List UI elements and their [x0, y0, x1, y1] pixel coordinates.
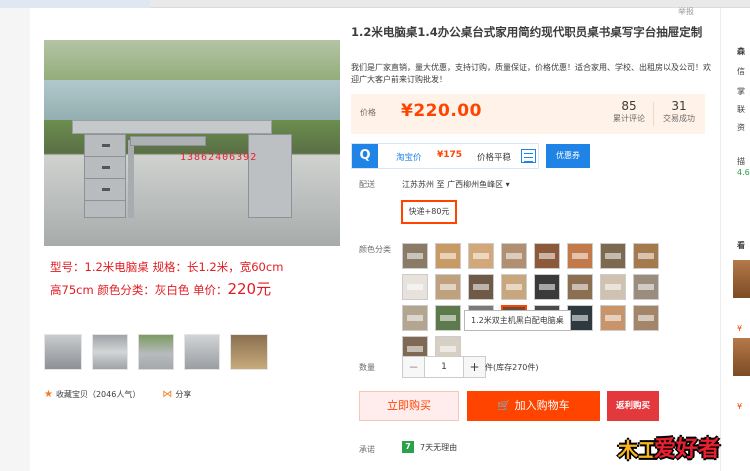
- promise-label: 承诺: [359, 445, 375, 454]
- add-to-cart-button[interactable]: 🛒 加入购物车: [467, 391, 600, 421]
- promise-item: 7 7天无理由: [402, 441, 457, 453]
- stock-text: 件(库存270件): [485, 363, 539, 372]
- price-trend-label: 价格平稳: [477, 153, 512, 163]
- color-swatch[interactable]: [534, 274, 560, 300]
- color-swatch[interactable]: [402, 274, 428, 300]
- top-strip: [0, 0, 750, 8]
- image-phone-text: 13862406392: [180, 152, 258, 163]
- product-subtitle: 我们是厂家直销，量大优惠，支持订购，质量保证，价格优惠！适合家用、学校、出租房以…: [351, 63, 711, 84]
- color-swatch[interactable]: [600, 243, 626, 269]
- coupon-button[interactable]: 优惠券: [546, 144, 590, 168]
- taobao-price-value: ¥175: [437, 150, 463, 160]
- color-swatch[interactable]: [600, 274, 626, 300]
- color-swatch[interactable]: [468, 243, 494, 269]
- thumbnail[interactable]: [184, 334, 220, 370]
- color-swatch[interactable]: [435, 305, 461, 331]
- color-swatch[interactable]: [567, 305, 593, 331]
- color-swatch[interactable]: [468, 274, 494, 300]
- color-tooltip: 1.2米双主机黑白配电脑桌: [464, 310, 571, 331]
- right-sidebar: 森 信 掌 联 资 描 4.6 看 ¥ ¥: [720, 8, 750, 471]
- color-swatch[interactable]: [501, 274, 527, 300]
- thumbnail-strip: [44, 334, 268, 370]
- increment-button[interactable]: +: [463, 357, 485, 377]
- color-swatches: [402, 243, 678, 362]
- color-swatch[interactable]: [567, 274, 593, 300]
- product-title: 1.2米电脑桌1.4办公桌台式家用简约现代职员桌书桌写字台抽屉定制: [351, 25, 703, 39]
- q-icon: Q: [352, 144, 378, 168]
- recommended-thumb[interactable]: [733, 260, 750, 298]
- report-link[interactable]: 举报: [678, 6, 694, 17]
- main-product-image[interactable]: 13862406392: [44, 40, 340, 246]
- thumbnail[interactable]: [138, 334, 174, 370]
- color-swatch[interactable]: [435, 243, 461, 269]
- watermark-logo: 木工 爱好者: [618, 437, 721, 462]
- favorite-button[interactable]: ★ 收藏宝贝（2046人气）: [44, 389, 140, 400]
- quantity-input[interactable]: [425, 357, 463, 377]
- share-icon: ⋈: [162, 389, 173, 400]
- star-icon: ★: [44, 389, 53, 400]
- buy-now-button[interactable]: 立即购买: [359, 391, 459, 421]
- price-label: 价格: [360, 108, 376, 117]
- color-swatch[interactable]: [567, 243, 593, 269]
- taobao-price-label: 淘宝价: [396, 153, 422, 163]
- cashback-button[interactable]: 返利购买: [607, 391, 659, 421]
- color-swatch[interactable]: [633, 243, 659, 269]
- color-swatch[interactable]: [633, 274, 659, 300]
- taobao-price-widget[interactable]: Q 淘宝价 ¥175 价格平稳: [351, 143, 539, 169]
- cart-icon: 🛒: [497, 399, 515, 412]
- shipping-label: 配送: [359, 180, 375, 189]
- price-value: ¥220.00: [401, 101, 482, 121]
- menu-icon[interactable]: [521, 149, 536, 163]
- decrement-button[interactable]: −: [403, 357, 425, 377]
- color-swatch[interactable]: [600, 305, 626, 331]
- share-button[interactable]: ⋈ 分享: [162, 389, 191, 400]
- thumbnail[interactable]: [44, 334, 82, 370]
- seven-day-icon: 7: [402, 441, 414, 453]
- gallery-actions: ★ 收藏宝贝（2046人气） ⋈ 分享: [44, 389, 191, 400]
- recommended-thumb[interactable]: [733, 338, 750, 376]
- thumbnail[interactable]: [230, 334, 268, 370]
- price-box: 价格 ¥220.00 85 累计评论 31 交易成功: [351, 94, 705, 134]
- quantity-stepper: − +: [402, 356, 486, 378]
- spec-overlay: 型号：1.2米电脑桌 规格：长1.2米，宽60cm 高75cm 颜色分类：灰白色…: [50, 256, 350, 301]
- color-swatch[interactable]: [633, 305, 659, 331]
- spec-line-2: 高75cm 颜色分类：灰白色 单价：220元: [50, 280, 272, 298]
- color-swatch[interactable]: [402, 243, 428, 269]
- shipping-destination-select[interactable]: 江苏苏州 至 广西柳州鱼峰区 ▾: [402, 179, 510, 190]
- reviews-stat[interactable]: 85 累计评论: [613, 99, 645, 124]
- sales-stat: 31 交易成功: [663, 99, 695, 123]
- color-swatch[interactable]: [402, 305, 428, 331]
- quantity-label: 数量: [359, 363, 375, 372]
- color-label: 颜色分类: [359, 245, 391, 254]
- express-option[interactable]: 快递+80元: [401, 200, 457, 224]
- color-swatch[interactable]: [435, 274, 461, 300]
- spec-line-1: 型号：1.2米电脑桌 规格：长1.2米，宽60cm: [50, 260, 284, 274]
- color-swatch[interactable]: [534, 243, 560, 269]
- color-swatch[interactable]: [501, 243, 527, 269]
- thumbnail[interactable]: [92, 334, 128, 370]
